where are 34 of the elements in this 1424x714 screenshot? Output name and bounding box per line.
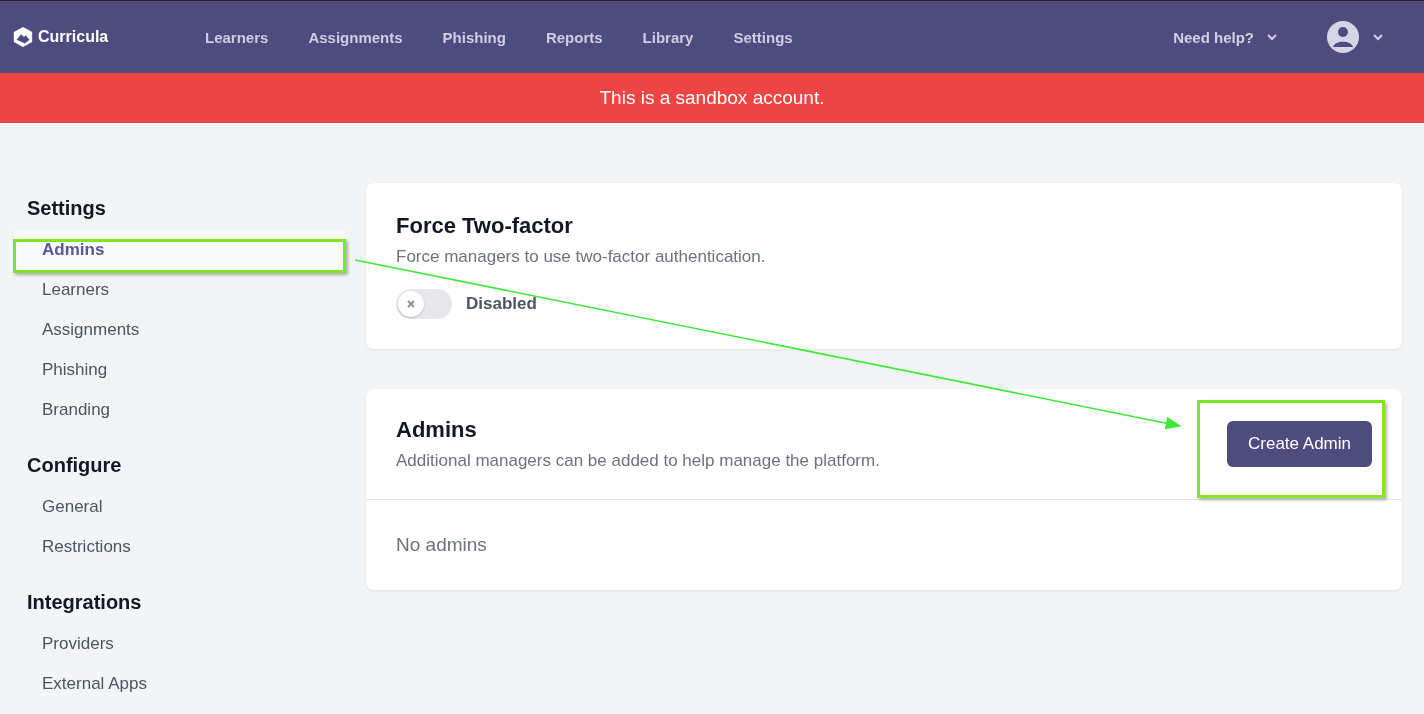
banner-text: This is a sandbox account. — [599, 87, 825, 109]
brand-name[interactable]: Curricula — [38, 28, 109, 46]
sidebar-item[interactable]: Phishing — [14, 350, 346, 390]
nav-link[interactable]: Phishing — [422, 28, 526, 46]
sidebar-item[interactable]: External Apps — [14, 664, 346, 704]
sidebar-item[interactable]: Learners — [14, 270, 346, 310]
toggle-label: Disabled — [466, 294, 537, 314]
card-description: Force managers to use two-factor authentication. — [396, 247, 767, 267]
create-admin-button[interactable]: Create Admin — [1227, 421, 1372, 467]
sidebar-item[interactable]: Branding — [14, 390, 346, 430]
card-title: Admins — [396, 417, 478, 443]
sidebar-item[interactable]: Assignments — [14, 310, 346, 350]
nav-link[interactable]: Reports — [525, 28, 623, 46]
help-menu[interactable]: Need help? — [1167, 27, 1284, 47]
sidebar-heading: Settings — [26, 196, 107, 221]
nav-link[interactable]: Library — [622, 28, 714, 46]
logo-icon — [12, 26, 34, 48]
card-title: Force Two-factor — [396, 213, 574, 239]
user-avatar-icon[interactable] — [1326, 20, 1360, 54]
sidebar-heading: Configure — [26, 453, 123, 478]
sidebar-item[interactable]: Admins — [14, 230, 346, 270]
sidebar-item[interactable]: Providers — [14, 624, 346, 664]
sidebar-item[interactable]: Restrictions — [14, 527, 346, 567]
sidebar-heading: Integrations — [26, 590, 143, 615]
sidebar-item[interactable]: General — [14, 487, 346, 527]
x-icon — [407, 300, 415, 308]
nav-link[interactable]: Learners — [185, 28, 289, 46]
empty-message: No admins — [395, 533, 488, 557]
nav-link[interactable]: Assignments — [288, 28, 423, 46]
chevron-down-icon — [1266, 33, 1278, 41]
chevron-down-icon[interactable] — [1372, 33, 1384, 41]
nav-link[interactable]: Settings — [713, 28, 813, 46]
toggle-switch[interactable] — [396, 289, 452, 319]
card-description: Additional managers can be added to help manage the platform. — [396, 451, 880, 471]
